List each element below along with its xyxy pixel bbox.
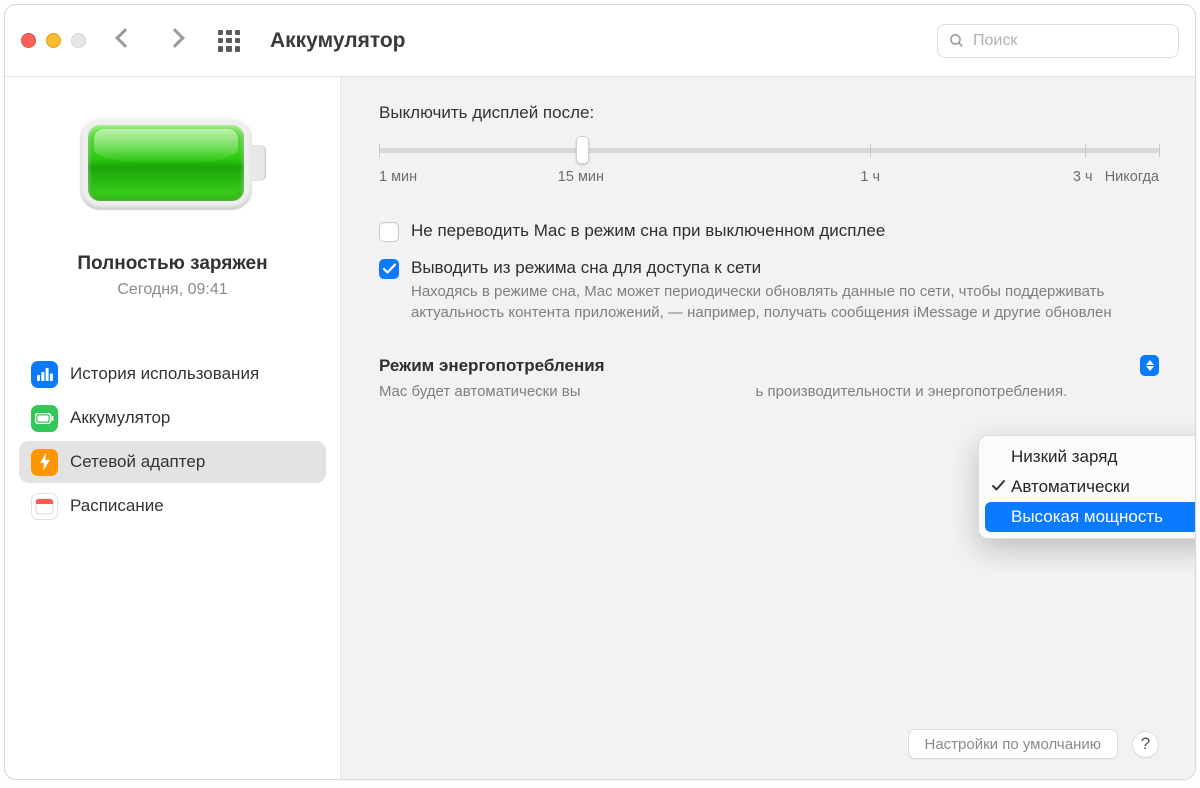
nav-buttons [118, 31, 182, 50]
sidebar: Полностью заряжен Сегодня, 09:41 История… [5, 77, 341, 779]
battery-icon [31, 405, 58, 432]
sidebar-tab-label: Сетевой адаптер [70, 452, 205, 472]
wake-for-network-desc: Находясь в режиме сна, Mac может периоди… [411, 282, 1131, 323]
display-sleep-label: Выключить дисплей после: [379, 103, 1159, 123]
battery-status-time: Сегодня, 09:41 [5, 281, 340, 299]
forward-button [168, 31, 182, 50]
sidebar-tab-label: История использования [70, 364, 259, 384]
restore-defaults-button[interactable]: Настройки по умолчанию [908, 729, 1119, 759]
sidebar-tab-battery[interactable]: Аккумулятор [19, 397, 326, 439]
page-title: Аккумулятор [270, 29, 406, 53]
checkmark-icon [991, 478, 1006, 498]
sidebar-tabs: История использования Аккумулятор Сетево… [5, 353, 340, 527]
energy-mode-option-low[interactable]: Низкий заряд [985, 442, 1196, 472]
prevent-sleep-checkbox[interactable] [379, 222, 399, 242]
search-field[interactable] [937, 24, 1179, 58]
slider-thumb[interactable] [576, 136, 589, 164]
energy-mode-row: Режим энергопотребления [379, 355, 1159, 376]
window-body: Полностью заряжен Сегодня, 09:41 История… [5, 77, 1195, 779]
energy-mode-desc: Mac будет автоматически вы ь производите… [379, 382, 1099, 403]
power-adapter-icon [31, 449, 58, 476]
battery-status-title: Полностью заряжен [5, 253, 340, 275]
help-button[interactable]: ? [1132, 731, 1159, 758]
energy-mode-menu[interactable]: Низкий заряд Автоматически Высокая мощно… [978, 435, 1196, 539]
sidebar-tab-schedule[interactable]: Расписание [19, 485, 326, 527]
slider-tick-labels: 1 мин 15 мин 1 ч 3 ч Никогда [379, 169, 1159, 191]
slider-track [379, 148, 1159, 153]
back-button[interactable] [118, 31, 132, 50]
usage-history-icon [31, 361, 58, 388]
sidebar-tab-usage-history[interactable]: История использования [19, 353, 326, 395]
sidebar-tab-label: Расписание [70, 496, 164, 516]
schedule-icon [31, 493, 58, 520]
footer: Настройки по умолчанию ? [379, 713, 1159, 759]
sidebar-tab-power-adapter[interactable]: Сетевой адаптер [19, 441, 326, 483]
sidebar-tab-label: Аккумулятор [70, 408, 170, 428]
battery-large-icon [80, 117, 266, 209]
minimize-window-button[interactable] [46, 33, 61, 48]
prevent-sleep-label: Не переводить Mac в режим сна при выключ… [411, 221, 885, 241]
zoom-window-button [71, 33, 86, 48]
energy-mode-select-stepper[interactable] [1140, 355, 1159, 376]
energy-mode-option-auto[interactable]: Автоматически [985, 472, 1196, 502]
energy-mode-option-high[interactable]: Высокая мощность [985, 502, 1196, 532]
wake-for-network-label: Выводить из режима сна для доступа к сет… [411, 258, 1131, 278]
energy-mode-label: Режим энергопотребления [379, 356, 605, 376]
wake-for-network-row: Выводить из режима сна для доступа к сет… [379, 258, 1159, 323]
search-icon [948, 32, 965, 49]
preferences-window: Аккумулятор Полностью заряжен Сегодня, 0… [4, 4, 1196, 780]
prevent-sleep-row: Не переводить Mac в режим сна при выключ… [379, 221, 1159, 242]
close-window-button[interactable] [21, 33, 36, 48]
wake-for-network-checkbox[interactable] [379, 259, 399, 279]
show-all-icon[interactable] [218, 30, 240, 52]
display-sleep-slider[interactable] [379, 139, 1159, 163]
window-controls [21, 33, 86, 48]
titlebar: Аккумулятор [5, 5, 1195, 77]
main-content: Выключить дисплей после: 1 мин 15 мин 1 … [341, 77, 1195, 779]
search-input[interactable] [973, 32, 1168, 50]
